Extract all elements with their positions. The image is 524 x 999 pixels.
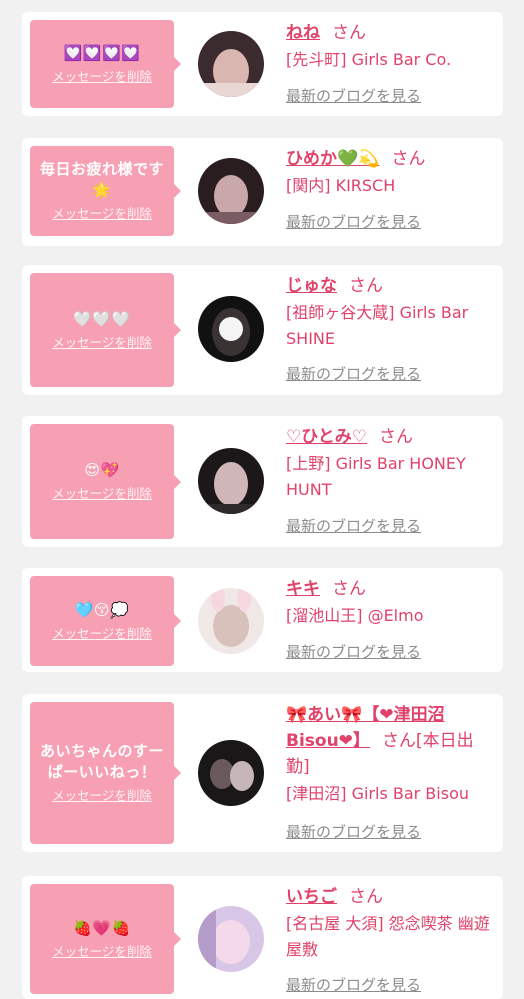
message-text: 毎日お疲れ様です🌟 — [39, 160, 164, 199]
message-bubble: 🤍🤍🤍 メッセージを削除 — [30, 273, 181, 387]
message-bubble: 🩵😚💭 メッセージを削除 — [30, 576, 181, 666]
favorite-card: あいちゃんのすーぱーいいねっ！ メッセージを削除 🎀あい🎀【❤津田沼Bisou❤… — [22, 694, 503, 852]
latest-blog-link[interactable]: 最新のブログを見る — [286, 516, 421, 536]
avatar-image — [198, 448, 264, 514]
latest-blog-link[interactable]: 最新のブログを見る — [286, 822, 421, 842]
favorite-card: 😍💖 メッセージを削除 ♡ひとみ♡ さん [上野] Girls Bar HONEY… — [22, 416, 503, 547]
avatar[interactable] — [198, 588, 264, 654]
shop-name: [関内] KIRSCH — [286, 176, 396, 195]
avatar-image — [198, 158, 264, 224]
message-bubble: あいちゃんのすーぱーいいねっ！ メッセージを削除 — [30, 702, 181, 844]
shop-name: [津田沼] Girls Bar Bisou — [286, 784, 469, 803]
profile-info: ひめか💚💫 さん [関内] KIRSCH — [286, 146, 491, 199]
avatar[interactable] — [198, 296, 264, 362]
latest-blog-link[interactable]: 最新のブログを見る — [286, 642, 421, 662]
shop-name: [名古屋 大須] 怨念喫茶 幽遊屋敷 — [286, 914, 490, 959]
avatar-image — [198, 31, 264, 97]
avatar[interactable] — [198, 31, 264, 97]
profile-info: 🎀あい🎀【❤津田沼Bisou❤】 さん[本日出勤] [津田沼] Girls Bar… — [286, 702, 491, 807]
message-text: 🍓💗🍓 — [73, 918, 131, 937]
favorite-card: 💟💟💟💟 メッセージを削除 ねね さん [先斗町] Girls Bar Co. 最… — [22, 12, 503, 116]
delete-message-link[interactable]: メッセージを削除 — [52, 68, 152, 86]
message-text: 😍💖 — [84, 461, 120, 479]
honorific: さん — [332, 579, 366, 599]
delete-message-link[interactable]: メッセージを削除 — [52, 625, 152, 643]
shop-name: [溜池山王] @Elmo — [286, 606, 424, 625]
message-bubble: 毎日お疲れ様です🌟 メッセージを削除 — [30, 146, 181, 236]
latest-blog-link[interactable]: 最新のブログを見る — [286, 212, 421, 232]
avatar-image — [198, 740, 264, 806]
avatar-image — [198, 588, 264, 654]
honorific: さん — [378, 427, 413, 447]
profile-info: ♡ひとみ♡ さん [上野] Girls Bar HONEY HUNT — [286, 424, 491, 503]
favorite-card: 🩵😚💭 メッセージを削除 キキ さん [溜池山王] @Elmo 最新のブログを見る — [22, 568, 503, 672]
latest-blog-link[interactable]: 最新のブログを見る — [286, 364, 421, 384]
profile-info: キキ さん [溜池山王] @Elmo — [286, 576, 491, 629]
avatar[interactable] — [198, 158, 264, 224]
shop-name: [祖師ヶ谷大蔵] Girls Bar SHINE — [286, 303, 469, 348]
message-bubble: 🍓💗🍓 メッセージを削除 — [30, 884, 181, 994]
profile-info: いちご さん [名古屋 大須] 怨念喫茶 幽遊屋敷 — [286, 884, 491, 963]
honorific: さん — [391, 149, 426, 169]
favorite-card: 🤍🤍🤍 メッセージを削除 じゅな さん [祖師ヶ谷大蔵] Girls Bar SH… — [22, 265, 503, 395]
cast-name-link[interactable]: ねね — [286, 23, 320, 43]
cast-name-link[interactable]: キキ — [286, 579, 320, 599]
profile-info: ねね さん [先斗町] Girls Bar Co. — [286, 20, 491, 73]
favorites-list: 💟💟💟💟 メッセージを削除 ねね さん [先斗町] Girls Bar Co. 最… — [0, 0, 524, 999]
cast-name-link[interactable]: いちご — [286, 887, 337, 907]
delete-message-link[interactable]: メッセージを削除 — [52, 485, 152, 503]
latest-blog-link[interactable]: 最新のブログを見る — [286, 86, 421, 106]
latest-blog-link[interactable]: 最新のブログを見る — [286, 975, 421, 995]
delete-message-link[interactable]: メッセージを削除 — [52, 334, 152, 352]
avatar[interactable] — [198, 448, 264, 514]
avatar[interactable] — [198, 906, 264, 972]
shop-name: [上野] Girls Bar HONEY HUNT — [286, 454, 466, 499]
message-text: 🤍🤍🤍 — [73, 309, 131, 328]
message-bubble: 💟💟💟💟 メッセージを削除 — [30, 20, 181, 108]
profile-info: じゅな さん [祖師ヶ谷大蔵] Girls Bar SHINE — [286, 273, 491, 352]
honorific: さん — [349, 887, 383, 907]
message-text: あいちゃんのすーぱーいいねっ！ — [39, 742, 164, 781]
delete-message-link[interactable]: メッセージを削除 — [52, 787, 152, 805]
avatar[interactable] — [198, 740, 264, 806]
message-text: 🩵😚💭 — [74, 600, 130, 619]
cast-name-link[interactable]: じゅな — [286, 276, 337, 296]
cast-name-link[interactable]: ♡ひとみ♡ — [286, 427, 367, 447]
message-text: 💟💟💟💟 — [63, 43, 141, 62]
delete-message-link[interactable]: メッセージを削除 — [52, 943, 152, 961]
delete-message-link[interactable]: メッセージを削除 — [52, 205, 152, 223]
message-bubble: 😍💖 メッセージを削除 — [30, 424, 181, 539]
honorific: さん — [332, 23, 366, 43]
avatar-image — [198, 906, 264, 972]
favorite-card: 🍓💗🍓 メッセージを削除 いちご さん [名古屋 大須] 怨念喫茶 幽遊屋敷 最新… — [22, 876, 503, 999]
honorific: さん — [349, 276, 383, 296]
avatar-image — [198, 296, 264, 362]
favorite-card: 毎日お疲れ様です🌟 メッセージを削除 ひめか💚💫 さん [関内] KIRSCH 最… — [22, 138, 503, 246]
shop-name: [先斗町] Girls Bar Co. — [286, 50, 452, 69]
cast-name-link[interactable]: ひめか💚💫 — [286, 149, 379, 169]
